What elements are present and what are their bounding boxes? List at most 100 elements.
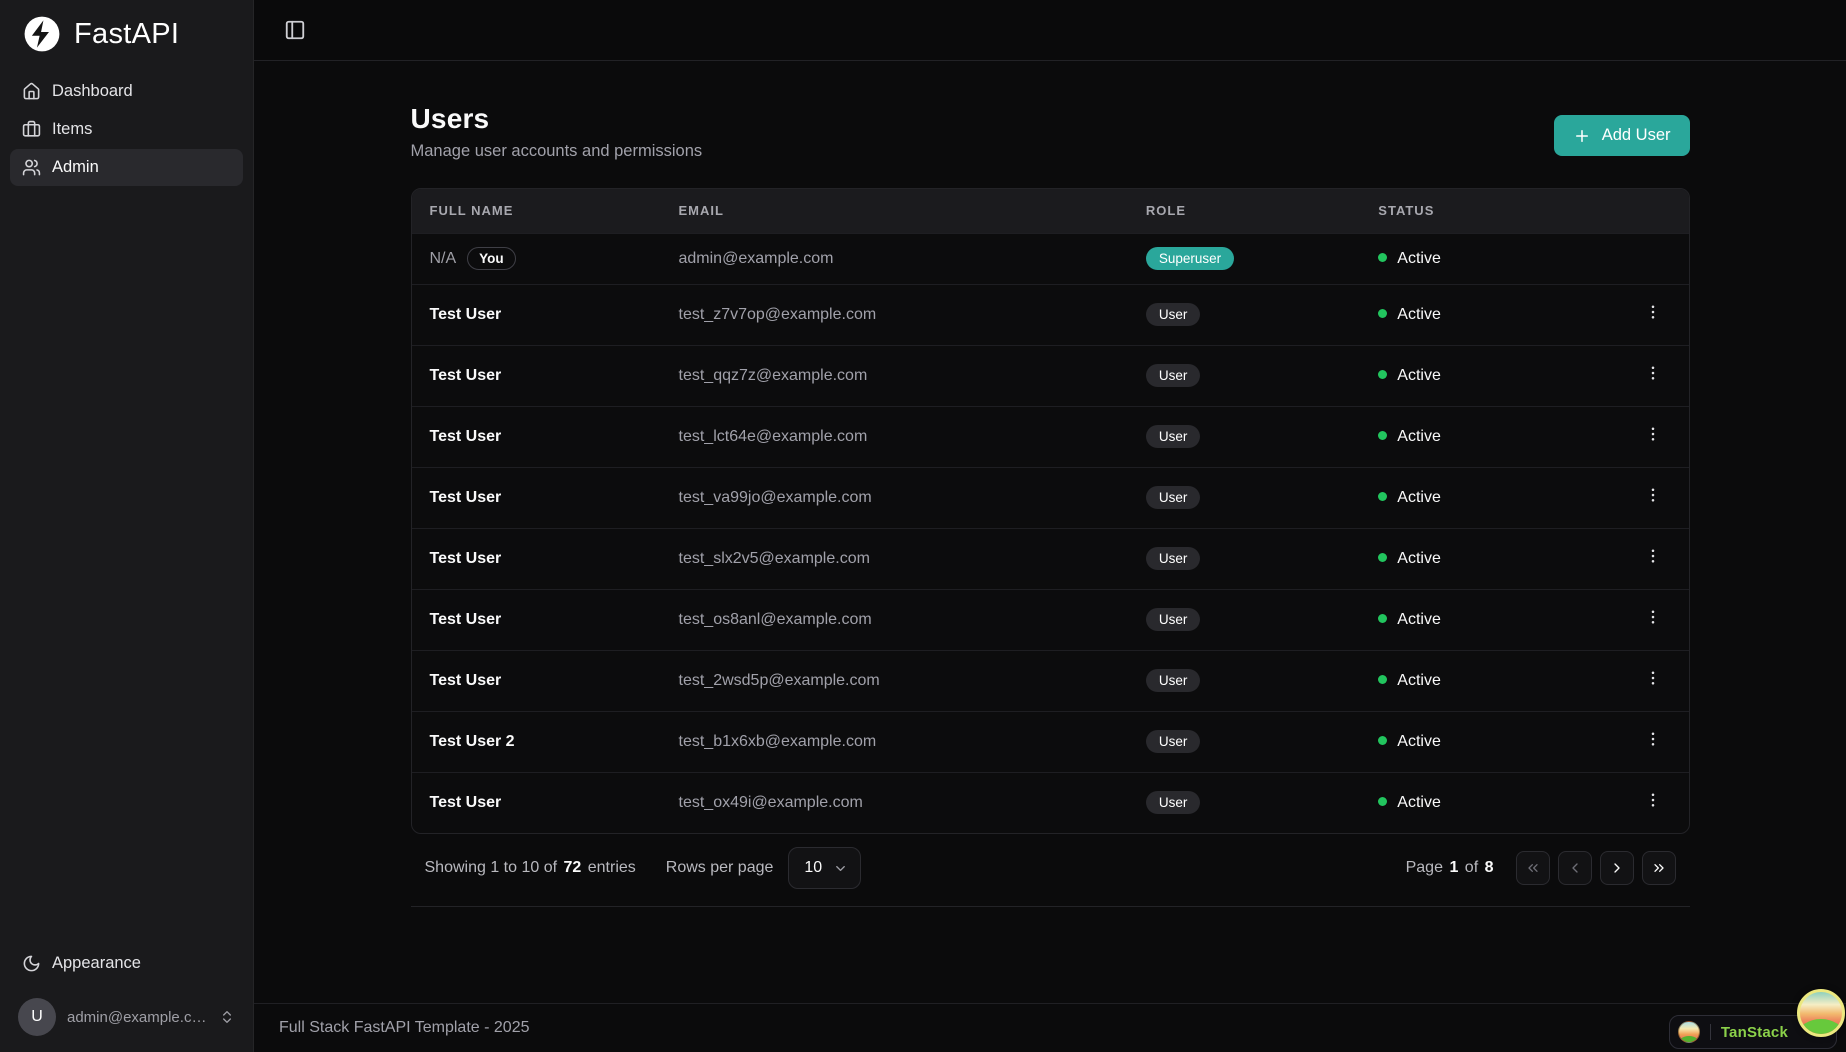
ellipsis-vertical-icon bbox=[1637, 425, 1669, 443]
user-full-name: Test User bbox=[429, 610, 502, 628]
user-email: test_os8anl@example.com bbox=[660, 588, 1128, 650]
ellipsis-vertical-icon bbox=[1637, 364, 1669, 382]
rows-per-page-select[interactable]: 10 bbox=[788, 847, 862, 889]
sidebar-item-admin[interactable]: Admin bbox=[10, 149, 243, 186]
role-badge: User bbox=[1145, 547, 1201, 570]
user-menu-trigger[interactable]: U admin@example.com bbox=[10, 990, 243, 1044]
home-icon bbox=[22, 82, 41, 101]
role-badge: User bbox=[1145, 425, 1201, 448]
sidebar-item-items[interactable]: Items bbox=[10, 111, 243, 148]
ellipsis-vertical-icon bbox=[1637, 303, 1669, 321]
active-status-dot bbox=[1378, 369, 1388, 379]
sidebar-nav: Dashboard Items Admin bbox=[0, 65, 253, 194]
row-actions-menu-button[interactable] bbox=[1637, 601, 1669, 633]
pagination-bar: Showing 1 to 10 of 72 entries Rows per p… bbox=[410, 834, 1690, 907]
user-email: test_ox49i@example.com bbox=[660, 771, 1128, 833]
role-badge: User bbox=[1145, 669, 1201, 692]
appearance-button[interactable]: Appearance bbox=[10, 945, 243, 982]
sidebar-item-dashboard[interactable]: Dashboard bbox=[10, 73, 243, 110]
table-header-row: Full Name Email Role Status bbox=[411, 189, 1689, 233]
row-actions-menu-button[interactable] bbox=[1637, 540, 1669, 572]
column-header-actions bbox=[1586, 189, 1689, 233]
tanstack-label: TanStack bbox=[1720, 1023, 1788, 1041]
row-actions-menu-button[interactable] bbox=[1637, 479, 1669, 511]
active-status-dot bbox=[1378, 796, 1388, 806]
tanstack-devtools-button[interactable]: TanStack bbox=[1668, 989, 1845, 1049]
devtools-divider bbox=[1709, 1024, 1711, 1040]
avatar: U bbox=[18, 998, 56, 1036]
page-subtitle: Manage user accounts and permissions bbox=[410, 142, 703, 160]
chevrons-right-icon bbox=[1651, 860, 1667, 876]
user-full-name: Test User bbox=[429, 549, 502, 567]
user-email: test_z7v7op@example.com bbox=[660, 283, 1128, 345]
last-page-button[interactable] bbox=[1641, 851, 1676, 885]
active-status-dot bbox=[1378, 613, 1388, 623]
page-header: Users Manage user accounts and permissio… bbox=[411, 103, 1690, 161]
user-full-name: N/A bbox=[429, 250, 457, 267]
active-status-dot bbox=[1378, 491, 1388, 501]
tanstack-island-logo-large[interactable] bbox=[1797, 989, 1845, 1037]
user-email: test_b1x6xb@example.com bbox=[660, 710, 1128, 772]
ellipsis-vertical-icon bbox=[1637, 791, 1669, 809]
table-row: Test User test_slx2v5@example.com User Acti… bbox=[411, 527, 1689, 589]
previous-page-button[interactable] bbox=[1557, 851, 1592, 885]
chevron-right-icon bbox=[1609, 860, 1625, 876]
page-title: Users bbox=[410, 103, 490, 134]
status-text: Active bbox=[1397, 366, 1441, 384]
moon-icon bbox=[22, 954, 41, 973]
user-full-name: Test User bbox=[429, 427, 502, 445]
plus-icon bbox=[1573, 127, 1591, 145]
tanstack-island-icon bbox=[1677, 1021, 1700, 1043]
users-table-card: Full Name Email Role Status N/A You admin@… bbox=[410, 188, 1690, 834]
current-page: 1 bbox=[1449, 859, 1459, 876]
role-badge: User bbox=[1145, 486, 1201, 509]
add-user-label: Add User bbox=[1601, 126, 1671, 144]
add-user-button[interactable]: Add User bbox=[1553, 115, 1690, 156]
first-page-button[interactable] bbox=[1515, 851, 1550, 885]
sidebar-toggle-button[interactable] bbox=[278, 13, 312, 47]
column-header-status: Status bbox=[1360, 189, 1587, 233]
users-table-body: N/A You admin@example.com Superuser Active Te… bbox=[411, 232, 1689, 833]
row-actions-menu-button[interactable] bbox=[1637, 357, 1669, 389]
table-row: Test User test_va99jo@example.com User Acti… bbox=[411, 466, 1689, 528]
showing-entries-text: Showing 1 to 10 of 72 entries bbox=[424, 859, 636, 876]
user-email: test_2wsd5p@example.com bbox=[660, 649, 1128, 711]
sidebar-item-label: Items bbox=[52, 120, 93, 138]
column-header-full-name: Full Name bbox=[411, 189, 661, 233]
user-full-name: Test User 2 bbox=[429, 732, 515, 750]
ellipsis-vertical-icon bbox=[1637, 669, 1669, 687]
chevron-down-icon bbox=[833, 861, 848, 876]
rows-per-page-value: 10 bbox=[804, 859, 823, 876]
fastapi-logo-icon bbox=[23, 15, 61, 53]
user-full-name: Test User bbox=[429, 671, 502, 689]
row-actions-menu-button[interactable] bbox=[1637, 296, 1669, 328]
column-header-email: Email bbox=[660, 189, 1128, 233]
main-area: Users Manage user accounts and permissio… bbox=[254, 0, 1846, 1052]
user-full-name: Test User bbox=[429, 793, 502, 811]
row-actions-menu-button[interactable] bbox=[1637, 723, 1669, 755]
status-text: Active bbox=[1397, 488, 1441, 506]
row-actions-menu-button[interactable] bbox=[1637, 784, 1669, 816]
table-row: Test User test_qqz7z@example.com User Activ… bbox=[411, 344, 1689, 406]
next-page-button[interactable] bbox=[1599, 851, 1634, 885]
sidebar-item-label: Admin bbox=[52, 158, 99, 176]
user-email: test_lct64e@example.com bbox=[660, 405, 1128, 467]
status-text: Active bbox=[1397, 427, 1441, 445]
total-entries-count: 72 bbox=[563, 859, 582, 876]
status-text: Active bbox=[1397, 671, 1441, 689]
users-table: Full Name Email Role Status N/A You admin@… bbox=[411, 189, 1689, 833]
active-status-dot bbox=[1378, 308, 1388, 318]
ellipsis-vertical-icon bbox=[1637, 608, 1669, 626]
chevrons-up-down-icon bbox=[219, 1009, 235, 1025]
table-row: Test User test_z7v7op@example.com User Acti… bbox=[411, 283, 1689, 345]
role-badge: User bbox=[1145, 303, 1201, 326]
chevrons-left-icon bbox=[1525, 860, 1541, 876]
row-actions-menu-button[interactable] bbox=[1637, 662, 1669, 694]
ellipsis-vertical-icon bbox=[1637, 730, 1669, 748]
active-status-dot bbox=[1378, 552, 1388, 562]
topbar bbox=[254, 0, 1846, 61]
table-row: Test User 2 test_b1x6xb@example.com User Ac… bbox=[411, 710, 1689, 772]
row-actions-menu-button[interactable] bbox=[1637, 418, 1669, 450]
role-badge: Superuser bbox=[1145, 247, 1235, 270]
user-full-name: Test User bbox=[429, 366, 502, 384]
